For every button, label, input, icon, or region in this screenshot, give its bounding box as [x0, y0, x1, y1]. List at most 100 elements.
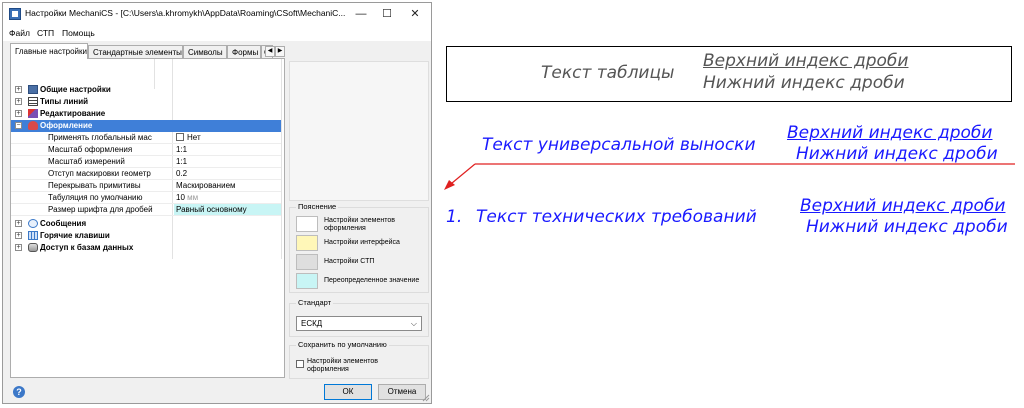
menu-file[interactable]: Файл	[9, 28, 30, 38]
prop-value[interactable]: Равный основному	[174, 204, 281, 215]
settings-window: Настройки MechaniCS - [C:\Users\a.khromy…	[2, 2, 432, 404]
prop-value[interactable]: 10 мм	[174, 192, 281, 203]
leader-fraction-top: Верхний индекс дроби	[787, 123, 993, 143]
prop-value[interactable]: Нет	[174, 132, 281, 143]
help-icon[interactable]: ?	[13, 386, 25, 398]
expander-icon[interactable]: +	[15, 220, 22, 227]
close-button[interactable]: ✕	[402, 5, 428, 23]
message-icon	[28, 219, 38, 228]
expander-icon[interactable]: +	[15, 244, 22, 251]
prop-row-measure-scale[interactable]: Масштаб измерений 1:1	[11, 156, 281, 168]
legend-swatch	[296, 235, 318, 251]
menu-bar: Файл СТП Помощь	[3, 25, 431, 41]
table-text: Текст таблицы	[541, 63, 675, 83]
prop-name: Перекрывать примитивы	[48, 181, 141, 190]
prop-value[interactable]: 0.2	[174, 168, 281, 179]
expander-icon[interactable]: +	[15, 86, 22, 93]
tech-requirement-text: Текст технических требований	[476, 207, 757, 227]
tab-standard-elements[interactable]: Стандартные элементы	[88, 45, 183, 58]
tree-item-label: Типы линий	[40, 97, 89, 106]
prop-name: Масштаб оформления	[48, 145, 133, 154]
tree-item-messages[interactable]: + Сообщения	[11, 218, 281, 230]
standard-select[interactable]: ЕСКД ⌵	[296, 316, 422, 331]
standard-group: Стандарт ЕСКД ⌵	[289, 298, 429, 337]
prop-name: Табуляция по умолчанию	[48, 193, 143, 202]
expander-icon[interactable]: +	[15, 110, 22, 117]
table-fraction-bottom: Нижний индекс дроби	[703, 73, 905, 93]
cancel-button[interactable]: Отмена	[378, 384, 426, 400]
line-types-icon	[28, 97, 38, 106]
database-icon	[28, 243, 38, 252]
prop-name: Размер шрифта для дробей	[48, 205, 153, 214]
legend-title: Пояснение	[296, 202, 339, 211]
expander-icon[interactable]: +	[15, 232, 22, 239]
prop-row-overlap-primitives[interactable]: Перекрывать примитивы Маскированием	[11, 180, 281, 192]
prop-row-default-tab[interactable]: Табуляция по умолчанию 10 мм	[11, 192, 281, 204]
prop-row-fraction-font-size[interactable]: Размер шрифта для дробей Равный основном…	[11, 204, 281, 216]
tree-item-editing[interactable]: + Редактирование	[11, 108, 281, 120]
prop-name: Применять глобальный мас	[48, 133, 152, 142]
tab-scroll-right[interactable]: ▶	[275, 46, 285, 57]
chevron-down-icon: ⌵	[410, 319, 417, 328]
legend-label: Настройки интерфейса	[324, 239, 400, 246]
legend-group: Пояснение Настройки элементов оформления…	[289, 202, 429, 293]
title-bar[interactable]: Настройки MechaniCS - [C:\Users\a.khromy…	[3, 3, 431, 25]
legend-item-stp: Настройки СТП	[296, 254, 422, 272]
legend-label: Настройки СТП	[324, 258, 375, 265]
tree-item-label: Оформление	[40, 121, 93, 130]
tab-forms[interactable]: Формы	[227, 45, 261, 58]
app-icon	[9, 8, 21, 20]
tree-item-db-access[interactable]: + Доступ к базам данных	[11, 242, 281, 254]
leader-text: Текст универсальной выноски	[482, 135, 756, 155]
resize-grip-icon[interactable]	[422, 394, 430, 402]
expander-icon[interactable]: +	[15, 98, 22, 105]
minimize-button[interactable]: —	[348, 5, 374, 23]
tree-item-label: Сообщения	[40, 219, 87, 228]
menu-stp[interactable]: СТП	[37, 28, 54, 38]
save-default-title: Сохранить по умолчанию	[296, 340, 389, 349]
table-text-preview: Текст таблицы Верхний индекс дроби Нижни…	[446, 46, 1012, 102]
design-icon	[28, 121, 38, 130]
menu-help[interactable]: Помощь	[62, 28, 95, 38]
prop-value[interactable]: 1:1	[174, 156, 281, 167]
save-default-group: Сохранить по умолчанию Настройки элемент…	[289, 340, 429, 379]
standard-title: Стандарт	[296, 298, 334, 307]
save-default-label: Настройки элементов оформления	[307, 358, 378, 373]
standard-select-value: ЕСКД	[301, 319, 323, 328]
legend-label: Настройки элементов оформления	[324, 217, 395, 232]
maximize-button[interactable]: ☐	[374, 5, 400, 23]
tree-item-hotkeys[interactable]: + Горячие клавиши	[11, 230, 281, 242]
tree-item-design[interactable]: − Оформление	[11, 120, 281, 132]
description-panel	[289, 61, 429, 201]
ok-button[interactable]: ОК	[324, 384, 372, 400]
legend-swatch	[296, 216, 318, 232]
save-default-checkbox-row[interactable]: Настройки элементов оформления	[296, 358, 422, 376]
settings-tree: + Общие настройки + Типы линий + Редакти…	[10, 58, 285, 378]
save-default-checkbox[interactable]	[296, 360, 304, 368]
tab-strip: Главные настройки Стандартные элементы С…	[10, 43, 285, 59]
settings-icon	[28, 85, 38, 94]
expander-icon[interactable]: −	[15, 122, 22, 129]
edit-icon	[28, 109, 38, 118]
tree-item-label: Горячие клавиши	[40, 231, 110, 240]
tech-fraction-top: Верхний индекс дроби	[800, 196, 1006, 216]
tab-symbols[interactable]: Символы	[183, 45, 227, 58]
tech-requirement-number: 1.	[446, 207, 463, 227]
window-title: Настройки MechaniCS - [C:\Users\a.khromy…	[25, 8, 346, 18]
tab-scroll-left[interactable]: ◀	[265, 46, 275, 57]
legend-item-override: Переопределенное значение	[296, 273, 422, 291]
tree-item-label: Редактирование	[40, 109, 106, 118]
tree-item-line-types[interactable]: + Типы линий	[11, 96, 281, 108]
tab-main-settings[interactable]: Главные настройки	[10, 43, 88, 59]
prop-value[interactable]: Маскированием	[174, 180, 281, 191]
prop-row-design-scale[interactable]: Масштаб оформления 1:1	[11, 144, 281, 156]
checkbox[interactable]	[176, 133, 184, 141]
prop-value[interactable]: 1:1	[174, 144, 281, 155]
prop-name: Отступ маскировки геометр	[48, 169, 151, 178]
tree-item-general[interactable]: + Общие настройки	[11, 84, 281, 96]
tech-fraction-bottom: Нижний индекс дроби	[806, 217, 1008, 237]
prop-row-mask-offset[interactable]: Отступ маскировки геометр 0.2	[11, 168, 281, 180]
prop-row-global-scale[interactable]: Применять глобальный мас Нет	[11, 132, 281, 144]
table-fraction-top: Верхний индекс дроби	[703, 51, 909, 71]
tree-item-label: Доступ к базам данных	[40, 243, 134, 252]
